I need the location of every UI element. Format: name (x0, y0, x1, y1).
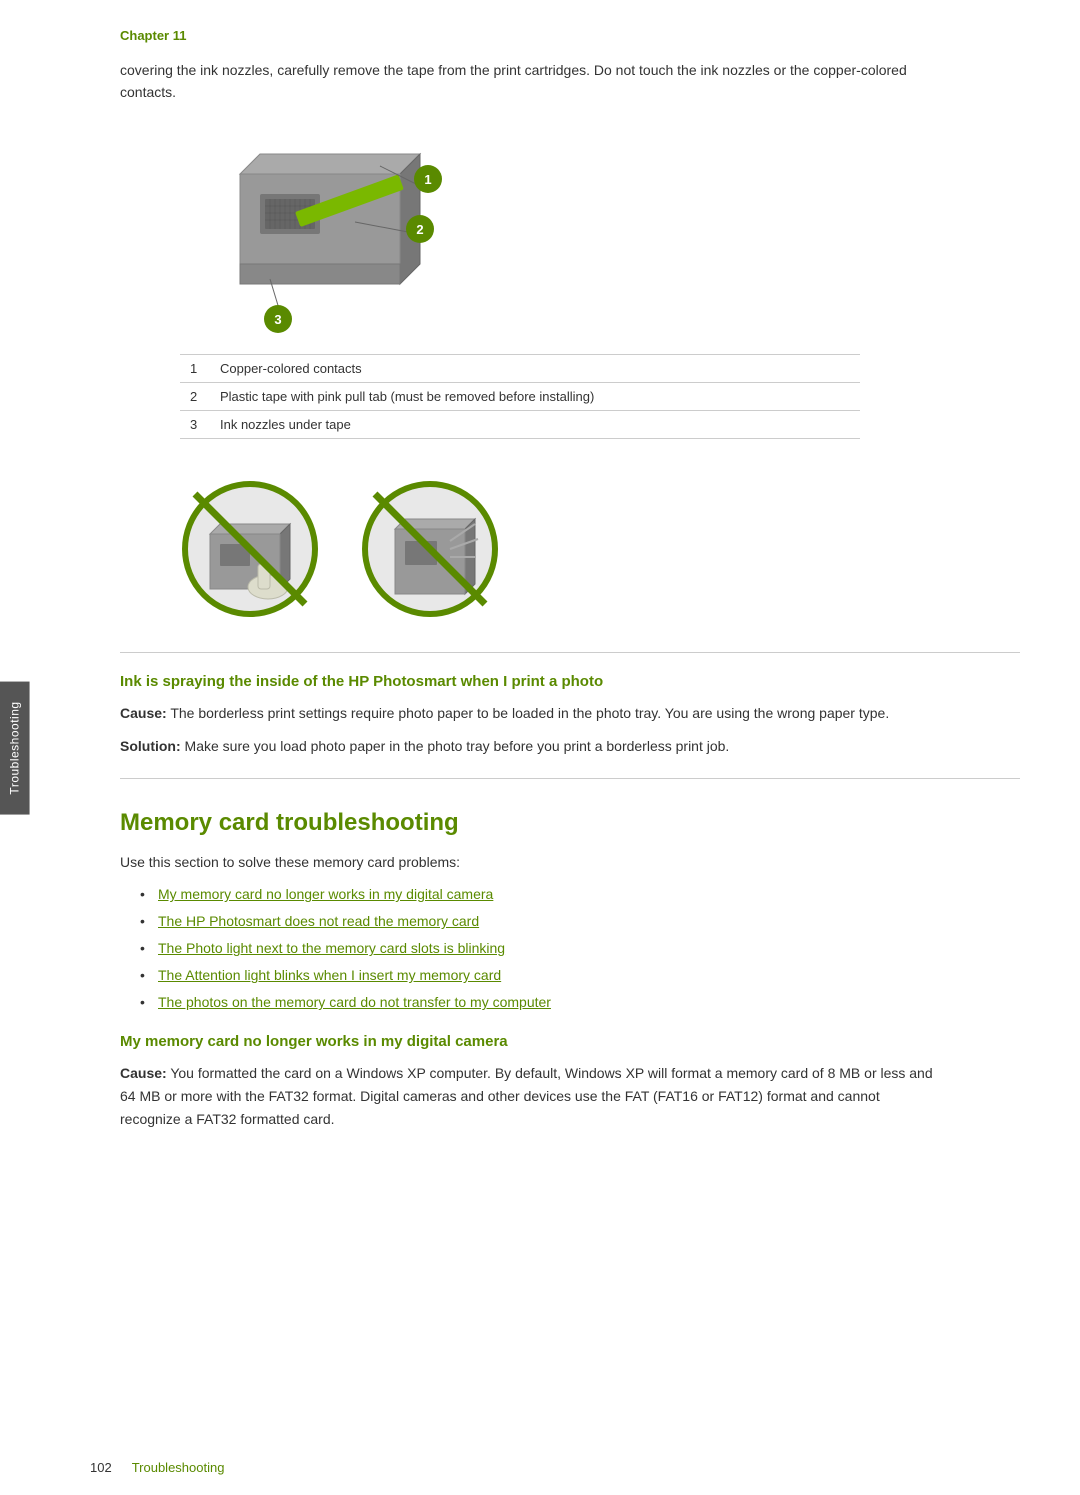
part-number: 1 (180, 354, 210, 382)
chapter-label: Chapter 11 (120, 28, 1020, 43)
table-row: 2Plastic tape with pink pull tab (must b… (180, 382, 860, 410)
memory-card-cause: Cause: You formatted the card on a Windo… (120, 1062, 940, 1131)
mc-cause-label: Cause: (120, 1065, 167, 1081)
part-description: Ink nozzles under tape (210, 410, 860, 438)
list-item: The HP Photosmart does not read the memo… (140, 911, 1020, 932)
mc-cause-body: You formatted the card on a Windows XP c… (120, 1065, 933, 1127)
solution-body: Make sure you load photo paper in the ph… (181, 738, 730, 754)
table-row: 1Copper-colored contacts (180, 354, 860, 382)
memory-card-links-list: My memory card no longer works in my dig… (140, 884, 1020, 1013)
ink-cause-text: Cause: The borderless print settings req… (120, 702, 940, 725)
memory-card-section: Memory card troubleshooting Use this sec… (120, 809, 1020, 1131)
cause-body: The borderless print settings require ph… (167, 705, 890, 721)
printer-diagram-area: 1 2 3 1Copper-colored contacts2Plastic t… (180, 124, 1020, 459)
part-number: 3 (180, 410, 210, 438)
list-item: My memory card no longer works in my dig… (140, 884, 1020, 905)
solution-label: Solution: (120, 738, 181, 754)
warning-image-1 (180, 479, 320, 622)
memory-card-link[interactable]: The HP Photosmart does not read the memo… (158, 913, 479, 929)
ink-spraying-section: Ink is spraying the inside of the HP Pho… (120, 673, 1020, 758)
section-divider-2 (120, 778, 1020, 779)
page-number: 102 (90, 1460, 112, 1475)
printer-svg: 1 2 3 (180, 124, 460, 344)
side-tab: Troubleshooting (0, 0, 30, 1495)
side-tab-label: Troubleshooting (0, 681, 30, 814)
memory-card-link[interactable]: My memory card no longer works in my dig… (158, 886, 493, 902)
printer-illustration: 1 2 3 (180, 124, 460, 344)
ink-section-heading: Ink is spraying the inside of the HP Pho… (120, 673, 1020, 690)
list-item: The Attention light blinks when I insert… (140, 965, 1020, 986)
parts-table: 1Copper-colored contacts2Plastic tape wi… (180, 354, 860, 439)
memory-card-sub-heading: My memory card no longer works in my dig… (120, 1033, 1020, 1050)
svg-text:1: 1 (424, 172, 431, 187)
intro-paragraph: covering the ink nozzles, carefully remo… (120, 59, 940, 104)
svg-text:3: 3 (274, 312, 281, 327)
table-row: 3Ink nozzles under tape (180, 410, 860, 438)
cause-label: Cause: (120, 705, 167, 721)
warning-image-2 (360, 479, 500, 622)
svg-text:2: 2 (416, 222, 423, 237)
part-description: Plastic tape with pink pull tab (must be… (210, 382, 860, 410)
ink-solution-text: Solution: Make sure you load photo paper… (120, 735, 940, 758)
part-number: 2 (180, 382, 210, 410)
page-footer: 102 Troubleshooting (90, 1460, 224, 1475)
memory-card-link[interactable]: The Attention light blinks when I insert… (158, 967, 501, 983)
part-description: Copper-colored contacts (210, 354, 860, 382)
list-item: The photos on the memory card do not tra… (140, 992, 1020, 1013)
memory-card-intro: Use this section to solve these memory c… (120, 851, 940, 874)
memory-card-link[interactable]: The photos on the memory card do not tra… (158, 994, 551, 1010)
warning-images-area (180, 479, 1020, 622)
list-item: The Photo light next to the memory card … (140, 938, 1020, 959)
memory-card-link[interactable]: The Photo light next to the memory card … (158, 940, 505, 956)
section-divider-1 (120, 652, 1020, 653)
footer-section-label: Troubleshooting (132, 1460, 225, 1475)
memory-card-heading: Memory card troubleshooting (120, 809, 1020, 837)
